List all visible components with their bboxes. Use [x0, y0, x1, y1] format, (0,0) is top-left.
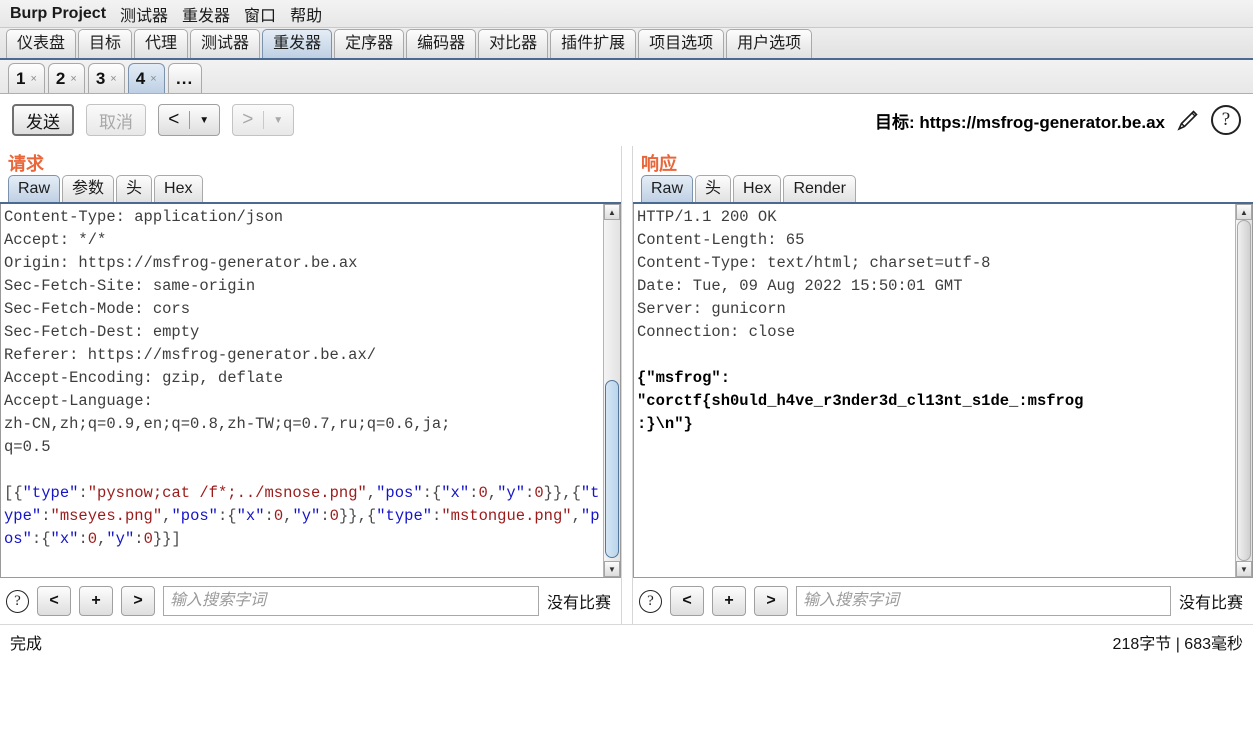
main-tab-bar: 仪表盘 目标 代理 测试器 重发器 定序器 编码器 对比器 插件扩展 项目选项 …	[0, 28, 1253, 60]
chevron-down-icon[interactable]: ▼	[190, 115, 220, 126]
tab-project-options[interactable]: 项目选项	[638, 29, 725, 58]
scroll-down-icon[interactable]: ▼	[1236, 561, 1252, 577]
tab-extender[interactable]: 插件扩展	[550, 29, 637, 58]
scroll-down-icon[interactable]: ▼	[604, 561, 620, 577]
pane-splitter[interactable]	[621, 146, 633, 624]
chevron-down-icon: ▼	[273, 114, 284, 126]
request-editor[interactable]: Content-Type: application/json Accept: *…	[1, 204, 603, 577]
tab-repeater[interactable]: 重发器	[262, 29, 333, 58]
request-search-input[interactable]	[163, 586, 539, 616]
go-forward-button: > ▼	[232, 104, 294, 136]
scroll-up-icon[interactable]: ▲	[1236, 204, 1252, 220]
menu-brand: Burp Project	[10, 4, 107, 22]
target-label: 目标: https://msfrog-generator.be.ax	[875, 108, 1165, 133]
response-tab-hex[interactable]: Hex	[733, 175, 782, 202]
tab-target[interactable]: 目标	[78, 29, 133, 58]
repeater-tab-1-label: 1	[16, 68, 26, 88]
response-tab-raw[interactable]: Raw	[640, 175, 693, 202]
request-tab-headers[interactable]: 头	[116, 175, 153, 202]
search-prev-button[interactable]: <	[669, 586, 704, 616]
request-search-row: ? < + > 没有比赛	[0, 578, 621, 624]
scroll-thumb[interactable]	[1237, 220, 1251, 561]
request-tab-bar: Raw 参数 头 Hex	[0, 174, 621, 204]
go-back-button[interactable]: < ▼	[158, 104, 220, 136]
response-pane: 响应 Raw 头 Hex Render HTTP/1.1 200 OK Cont…	[632, 146, 1253, 624]
response-editor[interactable]: HTTP/1.1 200 OK Content-Length: 65 Conte…	[634, 204, 1235, 577]
close-icon[interactable]: ×	[70, 73, 76, 85]
close-icon[interactable]: ×	[150, 73, 156, 85]
chevron-left-icon: <	[168, 109, 180, 130]
request-scrollbar[interactable]: ▲ ▼	[603, 204, 620, 577]
response-search-input[interactable]	[795, 586, 1171, 616]
search-next-button[interactable]: >	[753, 586, 788, 616]
repeater-tab-4-label: 4	[135, 68, 146, 88]
repeater-tab-4[interactable]: 4 ×	[127, 63, 165, 93]
menu-item-intruder[interactable]: 测试器	[113, 1, 175, 27]
search-add-button[interactable]: +	[79, 586, 113, 616]
help-icon[interactable]: ?	[1211, 105, 1241, 135]
tab-decoder[interactable]: 编码器	[406, 29, 477, 58]
request-response-split: 请求 Raw 参数 头 Hex Content-Type: applicatio…	[0, 146, 1253, 624]
tab-dashboard[interactable]: 仪表盘	[6, 29, 77, 58]
target-area: 目标: https://msfrog-generator.be.ax ?	[875, 105, 1241, 135]
response-tab-bar: Raw 头 Hex Render	[632, 174, 1253, 204]
response-scrollbar[interactable]: ▲ ▼	[1235, 204, 1252, 577]
repeater-toolbar: 发送 取消 < ▼ > ▼ 目标: https://msfrog-generat…	[0, 94, 1253, 146]
menu-item-repeater[interactable]: 重发器	[175, 1, 237, 27]
close-icon[interactable]: ×	[30, 73, 36, 85]
repeater-tab-more-label: ...	[176, 68, 194, 88]
tab-comparer[interactable]: 对比器	[478, 29, 549, 58]
repeater-tab-2-label: 2	[55, 68, 66, 88]
response-search-row: ? < + > 没有比赛	[633, 578, 1253, 624]
chevron-right-icon: >	[242, 109, 254, 130]
scroll-thumb[interactable]	[605, 380, 619, 558]
request-title: 请求	[8, 154, 44, 174]
send-button[interactable]: 发送	[12, 104, 74, 136]
cancel-button: 取消	[86, 104, 146, 136]
search-prev-button[interactable]: <	[37, 586, 71, 616]
repeater-tab-3[interactable]: 3 ×	[87, 63, 125, 93]
repeater-tab-bar: 1 × 2 × 3 × 4 × ...	[0, 60, 1253, 94]
response-tab-headers[interactable]: 头	[695, 175, 732, 202]
repeater-tab-more[interactable]: ...	[167, 63, 202, 93]
repeater-tab-1[interactable]: 1 ×	[8, 63, 45, 93]
search-next-button[interactable]: >	[121, 586, 155, 616]
scroll-up-icon[interactable]: ▲	[604, 204, 620, 220]
repeater-tab-3-label: 3	[95, 68, 106, 88]
status-right-text: 218字节 | 683毫秒	[1112, 635, 1243, 653]
response-tab-render[interactable]: Render	[783, 175, 856, 202]
target-url: https://msfrog-generator.be.ax	[919, 112, 1165, 132]
scroll-track[interactable]	[604, 220, 620, 561]
tab-user-options[interactable]: 用户选项	[726, 29, 813, 58]
menu-bar: Burp Project 测试器 重发器 窗口 帮助	[0, 0, 1253, 28]
help-icon[interactable]: ?	[6, 589, 29, 613]
menu-item-help[interactable]: 帮助	[283, 1, 329, 27]
tab-proxy[interactable]: 代理	[134, 29, 189, 58]
response-editor-wrap: HTTP/1.1 200 OK Content-Length: 65 Conte…	[632, 204, 1253, 578]
request-tab-params[interactable]: 参数	[62, 175, 115, 202]
request-editor-wrap: Content-Type: application/json Accept: *…	[0, 204, 621, 578]
close-icon[interactable]: ×	[110, 73, 116, 85]
request-tab-raw[interactable]: Raw	[8, 175, 61, 202]
response-title: 响应	[640, 154, 677, 174]
target-prefix: 目标:	[874, 112, 915, 132]
search-add-button[interactable]: +	[711, 586, 746, 616]
request-pane: 请求 Raw 参数 头 Hex Content-Type: applicatio…	[0, 146, 621, 624]
menu-item-window[interactable]: 窗口	[237, 1, 283, 27]
request-tab-hex[interactable]: Hex	[154, 175, 203, 202]
status-bar: 完成 218字节 | 683毫秒	[0, 624, 1253, 658]
scroll-track[interactable]	[1236, 220, 1252, 561]
repeater-tab-2[interactable]: 2 ×	[47, 63, 85, 93]
tab-intruder[interactable]: 测试器	[190, 29, 261, 58]
pencil-icon[interactable]	[1175, 107, 1201, 133]
status-left-text: 完成	[10, 635, 43, 653]
response-match-status: 没有比赛	[1178, 595, 1243, 612]
tab-sequencer[interactable]: 定序器	[334, 29, 405, 58]
request-match-status: 没有比赛	[546, 595, 611, 612]
help-icon[interactable]: ?	[638, 589, 662, 613]
